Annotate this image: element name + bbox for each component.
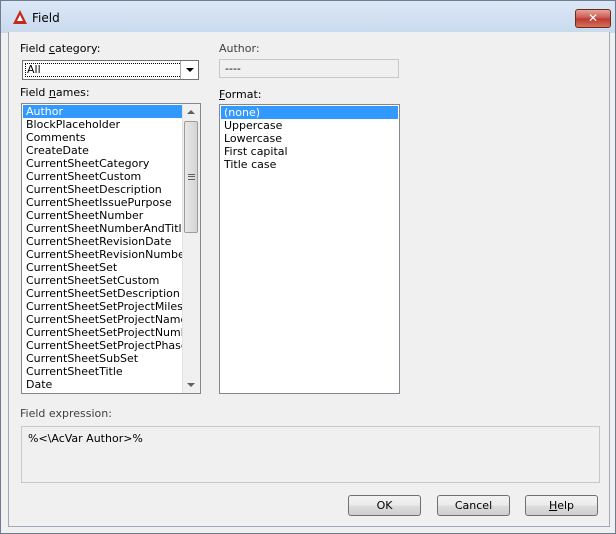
chevron-down-icon[interactable] <box>180 61 198 79</box>
grip-icon <box>188 174 195 180</box>
list-item[interactable]: CurrentSheetSetDescription <box>23 287 182 300</box>
list-item[interactable]: DeviceName <box>23 391 182 393</box>
autocad-app-icon <box>13 10 27 24</box>
close-icon: ✕ <box>587 11 599 25</box>
window-title: Field <box>32 11 60 25</box>
close-button[interactable]: ✕ <box>575 9 611 28</box>
list-item[interactable]: CurrentSheetSet <box>23 261 182 274</box>
list-item[interactable]: CurrentSheetSetProjectNumber <box>23 326 199 339</box>
list-item[interactable]: BlockPlaceholder <box>23 118 182 131</box>
focus-rect <box>25 63 196 77</box>
list-item[interactable]: CurrentSheetSetProjectName <box>23 313 187 326</box>
help-button[interactable]: Help <box>525 495 598 516</box>
field-expression-label: Field expression: <box>20 407 112 420</box>
field-category-dropdown[interactable]: All <box>22 60 199 80</box>
field-expression-value: %<\AcVar Author>% <box>28 432 143 445</box>
scrollbar-thumb[interactable] <box>184 121 198 233</box>
list-item[interactable]: CurrentSheetIssuePurpose <box>23 196 182 209</box>
field-expression-box: %<\AcVar Author>% <box>21 426 600 483</box>
list-item[interactable]: CurrentSheetCustom <box>23 170 182 183</box>
list-item[interactable]: Author <box>23 105 182 118</box>
scroll-down-icon[interactable] <box>183 377 199 393</box>
list-item[interactable]: CurrentSheetTitle <box>23 365 182 378</box>
field-names-items: Author BlockPlaceholder Comments CreateDate… <box>23 105 200 393</box>
list-item[interactable]: CurrentSheetDescription <box>23 183 182 196</box>
list-item[interactable]: CurrentSheetSetProjectMilestone <box>23 300 200 313</box>
list-item[interactable]: (none) <box>221 106 398 119</box>
author-value: ---- <box>225 62 241 75</box>
list-item[interactable]: CurrentSheetCategory <box>23 157 182 170</box>
list-item[interactable]: Date <box>23 378 182 391</box>
field-names-list[interactable]: Author BlockPlaceholder Comments CreateDate… <box>21 103 201 394</box>
field-dialog: Field ✕ Field category: All Author: ----… <box>0 0 616 534</box>
list-item[interactable]: Uppercase <box>221 119 398 132</box>
list-item[interactable]: CurrentSheetRevisionDate <box>23 235 182 248</box>
list-item[interactable]: Lowercase <box>221 132 398 145</box>
list-item[interactable]: Comments <box>23 131 182 144</box>
list-item[interactable]: CurrentSheetSubSet <box>23 352 182 365</box>
field-names-scrollbar[interactable] <box>182 104 200 393</box>
list-item[interactable]: CurrentSheetSetProjectPhase <box>23 339 188 352</box>
author-value-field: ---- <box>219 59 399 78</box>
list-item[interactable]: CurrentSheetRevisionNumber <box>23 248 189 261</box>
format-list[interactable]: (none) Uppercase Lowercase First capital Tit… <box>219 104 400 394</box>
list-item[interactable]: CurrentSheetNumber <box>23 209 182 222</box>
scroll-up-icon[interactable] <box>183 104 199 120</box>
list-item[interactable]: CreateDate <box>23 144 182 157</box>
field-category-label: Field category: <box>20 42 101 55</box>
list-item[interactable]: CurrentSheetSetCustom <box>23 274 182 287</box>
cancel-button[interactable]: Cancel <box>437 495 510 516</box>
field-category-value: All <box>27 63 41 76</box>
ok-button[interactable]: OK <box>348 495 421 516</box>
list-item[interactable]: CurrentSheetNumberAndTitle <box>23 222 188 235</box>
title-bar[interactable]: Field ✕ <box>1 1 615 31</box>
list-item[interactable]: First capital <box>221 145 398 158</box>
author-label: Author: <box>219 42 260 55</box>
list-item[interactable]: Title case <box>221 158 398 171</box>
field-names-label: Field names: <box>20 86 90 99</box>
dialog-body: Field category: All Author: ---- Field n… <box>8 32 610 527</box>
format-items: (none) Uppercase Lowercase First capital Tit… <box>221 106 398 171</box>
format-label: Format: <box>219 88 262 101</box>
